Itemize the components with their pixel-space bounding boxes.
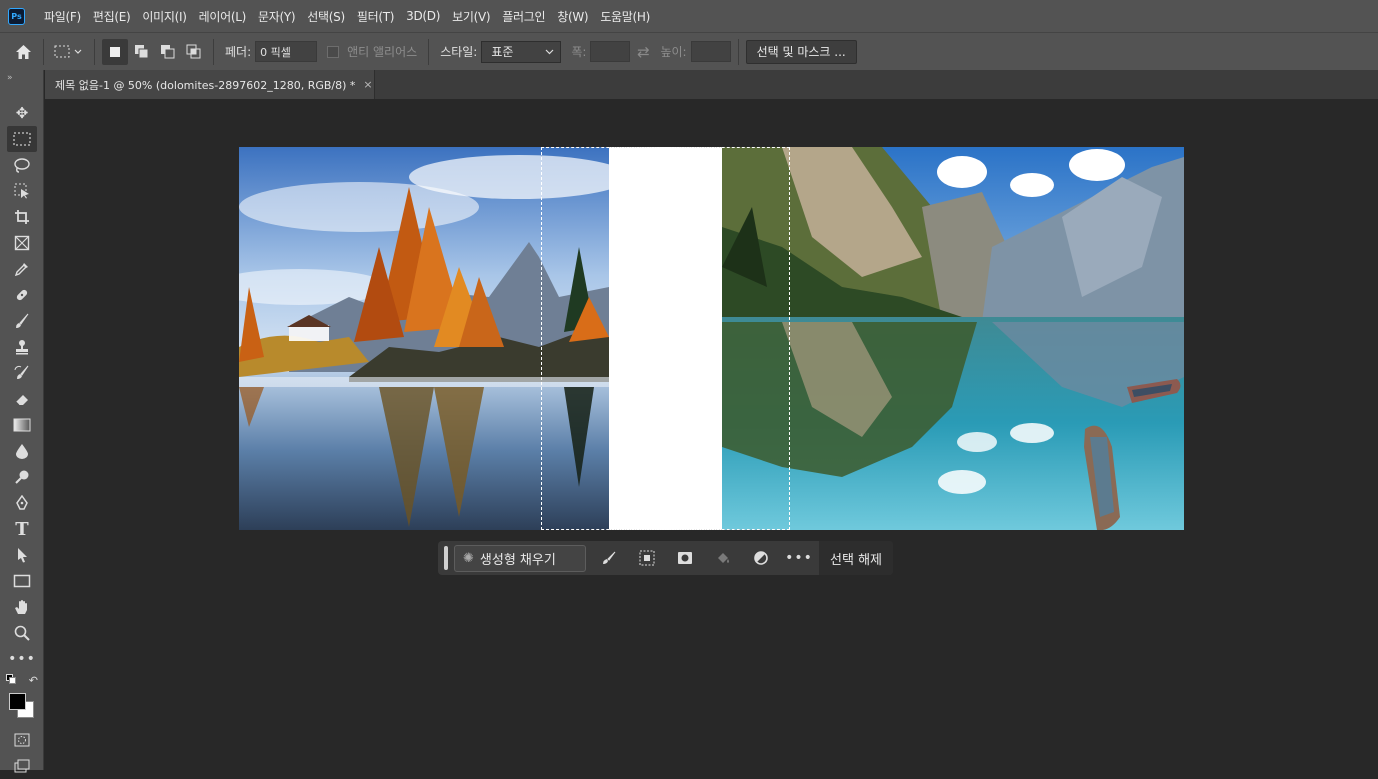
menu-window[interactable]: 창(W): [551, 8, 594, 25]
foreground-color-swatch[interactable]: [9, 693, 26, 710]
mountain-lake-photo: [722, 147, 1184, 530]
spot-healing-brush-tool-icon[interactable]: [7, 282, 37, 308]
modify-selection-icon[interactable]: [590, 543, 628, 573]
toolbar-grip: [0, 86, 43, 100]
more-options-icon[interactable]: •••: [780, 543, 818, 573]
pen-tool-icon[interactable]: [7, 490, 37, 516]
menu-image[interactable]: 이미지(I): [136, 8, 192, 25]
invert-selection-icon[interactable]: [628, 543, 666, 573]
menu-bar: Ps 파일(F) 편집(E) 이미지(I) 레이어(L) 문자(Y) 선택(S)…: [0, 0, 1378, 32]
collapse-toolbar-icon[interactable]: »: [0, 70, 43, 86]
feather-input[interactable]: 0 픽셀: [255, 41, 318, 62]
color-controls: ↶: [6, 674, 38, 687]
document-tab[interactable]: 제목 없음-1 @ 50% (dolomites-2897602_1280, R…: [45, 70, 375, 99]
gradient-tool-icon[interactable]: [7, 412, 37, 438]
close-icon[interactable]: ×: [363, 78, 372, 91]
width-label: 폭:: [571, 45, 587, 59]
home-icon[interactable]: [10, 39, 36, 65]
add-to-selection-icon[interactable]: [128, 39, 154, 65]
menu-help[interactable]: 도움말(H): [594, 8, 656, 25]
height-input[interactable]: [690, 41, 731, 62]
generative-fill-label: 생성형 채우기: [479, 552, 556, 568]
style-value: 표준: [491, 45, 514, 59]
move-tool-icon[interactable]: ✥: [7, 100, 37, 126]
document-tab-bar: 제목 없음-1 @ 50% (dolomites-2897602_1280, R…: [45, 70, 1378, 99]
swap-width-height-icon[interactable]: ⇄: [630, 39, 656, 65]
path-selection-tool-icon[interactable]: [7, 542, 37, 568]
create-mask-icon[interactable]: [666, 543, 704, 573]
deselect-button[interactable]: 선택 해제: [819, 541, 893, 575]
type-tool-icon[interactable]: T: [7, 516, 37, 542]
new-selection-icon[interactable]: [102, 38, 128, 65]
subtract-from-selection-icon[interactable]: [154, 39, 180, 65]
divider: [94, 38, 95, 65]
height-label: 높이:: [660, 45, 687, 59]
divider: [213, 38, 214, 65]
photoshop-logo: Ps: [8, 7, 25, 25]
eraser-tool-icon[interactable]: [7, 386, 37, 412]
menu-filter[interactable]: 필터(T): [351, 8, 400, 25]
color-swatches: [7, 691, 37, 721]
antialias-label: 앤티 앨리어스: [347, 45, 418, 59]
swap-colors-icon[interactable]: ↶: [29, 674, 38, 687]
feather-label: 페더:: [225, 45, 252, 59]
sparkle-icon: ✺: [463, 550, 474, 566]
lasso-tool-icon[interactable]: [7, 152, 37, 178]
adjustment-layer-icon[interactable]: [742, 543, 780, 573]
options-bar: 페더: 0 픽셀 앤티 앨리어스 스타일: 표준 폭: ⇄ 높이: 선택 및 마…: [0, 32, 1378, 70]
crop-tool-icon[interactable]: [7, 204, 37, 230]
frame-tool-icon[interactable]: [7, 230, 37, 256]
contextual-task-bar: ✺ 생성형 채우기 ••• 선택 해제: [438, 541, 893, 575]
clone-stamp-tool-icon[interactable]: [7, 334, 37, 360]
default-colors-icon[interactable]: [6, 674, 16, 684]
taskbar-drag-handle[interactable]: [444, 546, 448, 570]
dodge-tool-icon[interactable]: [7, 464, 37, 490]
zoom-tool-icon[interactable]: [7, 620, 37, 646]
style-select[interactable]: 표준: [481, 40, 562, 63]
screen-mode-icon[interactable]: [7, 753, 37, 779]
menu-file[interactable]: 파일(F): [38, 8, 87, 25]
rectangular-marquee-tool-icon[interactable]: [7, 126, 37, 152]
fill-selection-icon[interactable]: [704, 543, 742, 573]
menu-plugins[interactable]: 플러그인: [496, 8, 551, 25]
edit-toolbar-icon[interactable]: •••: [7, 646, 37, 672]
menu-type[interactable]: 문자(Y): [252, 8, 301, 25]
menu-edit[interactable]: 편집(E): [87, 8, 137, 25]
divider: [428, 38, 430, 65]
intersect-selection-icon[interactable]: [180, 39, 206, 65]
blur-tool-icon[interactable]: [7, 438, 37, 464]
divider: [43, 38, 44, 65]
width-input[interactable]: [590, 41, 631, 62]
tools-panel: » ✥ T ••• ↶: [0, 70, 44, 773]
marquee-tool-preset-picker[interactable]: [51, 39, 87, 65]
eyedropper-tool-icon[interactable]: [7, 256, 37, 282]
document-canvas[interactable]: [239, 147, 1184, 530]
quick-mask-icon[interactable]: [7, 727, 37, 753]
hand-tool-icon[interactable]: [7, 594, 37, 620]
menu-3d[interactable]: 3D(D): [400, 9, 446, 23]
generative-fill-button[interactable]: ✺ 생성형 채우기: [454, 544, 586, 572]
menu-select[interactable]: 선택(S): [301, 8, 351, 25]
rectangle-tool-icon[interactable]: [7, 568, 37, 594]
menu-layer[interactable]: 레이어(L): [193, 8, 252, 25]
menu-view[interactable]: 보기(V): [446, 8, 496, 25]
document-tab-title: 제목 없음-1 @ 50% (dolomites-2897602_1280, R…: [55, 78, 356, 92]
object-selection-tool-icon[interactable]: [7, 178, 37, 204]
selection-marquee[interactable]: [541, 147, 790, 530]
history-brush-tool-icon[interactable]: [7, 360, 37, 386]
canvas-workspace[interactable]: ✺ 생성형 채우기 ••• 선택 해제: [45, 99, 1378, 770]
antialias-checkbox[interactable]: [327, 45, 340, 58]
style-label: 스타일:: [440, 45, 478, 59]
divider: [737, 38, 739, 65]
brush-tool-icon[interactable]: [7, 308, 37, 334]
chevron-down-icon: [545, 49, 554, 54]
select-and-mask-button[interactable]: 선택 및 마스크 ...: [745, 39, 857, 64]
